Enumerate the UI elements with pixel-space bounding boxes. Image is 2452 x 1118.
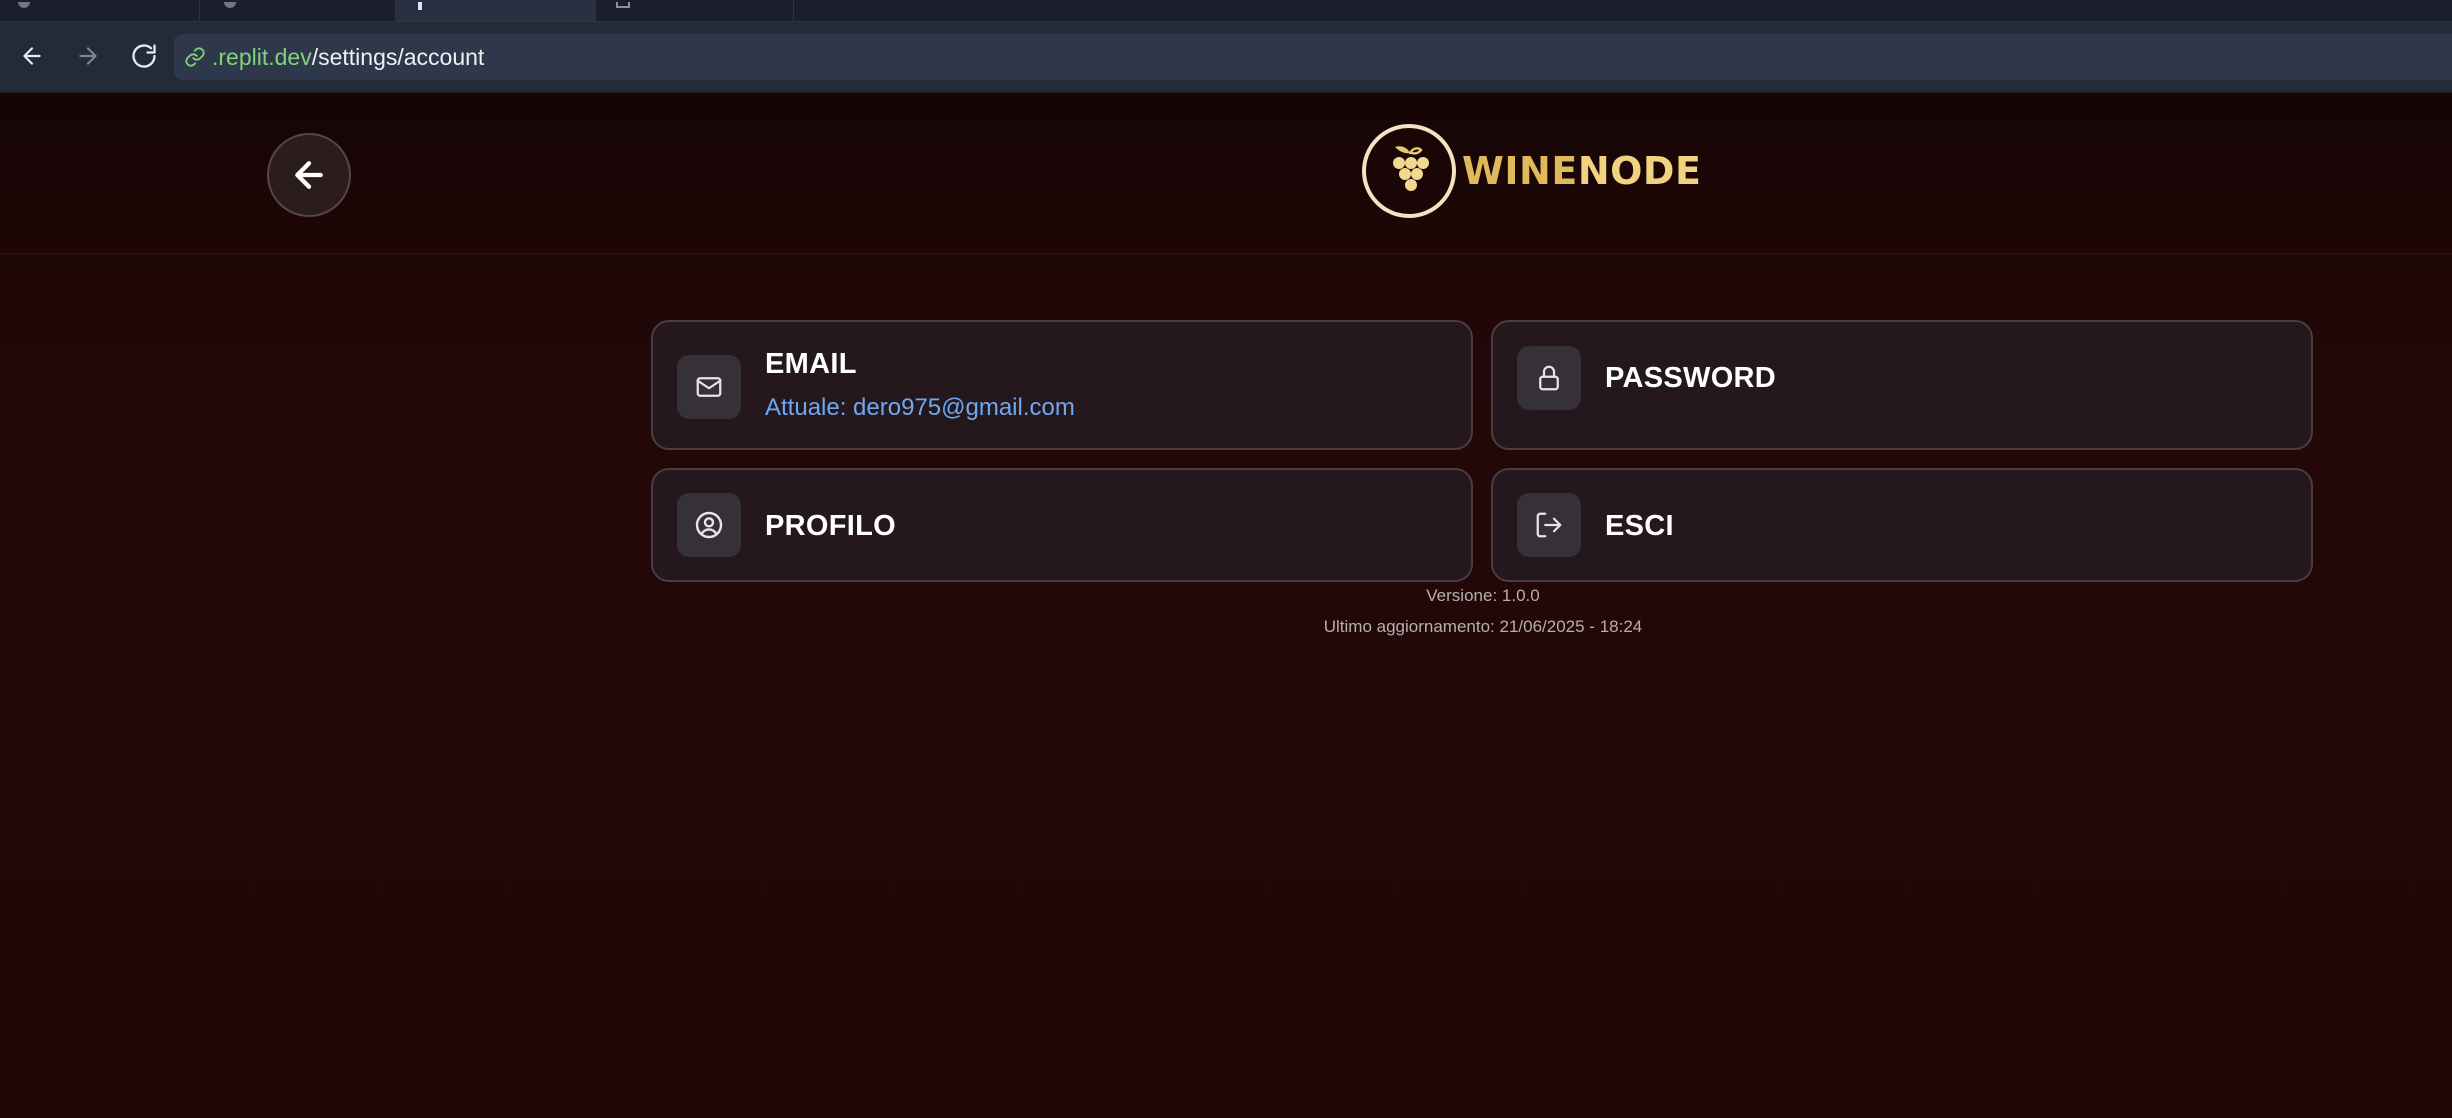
tab-favicon-icon (616, 2, 630, 8)
browser-tab[interactable] (596, 0, 794, 21)
grape-logo-icon (1362, 124, 1456, 218)
mail-icon-box (677, 355, 741, 419)
arrow-right-icon (79, 47, 97, 65)
browser-tab[interactable] (200, 0, 396, 21)
user-icon-box (677, 493, 741, 557)
winenode-logo: WINENODE (1362, 122, 1701, 220)
reload-icon (132, 44, 156, 68)
logo-word-node: NODE (1577, 149, 1702, 193)
mail-icon (696, 377, 722, 397)
version-text: Versione: 1.0.0 (1426, 586, 1540, 605)
last-update-text: Ultimo aggiornamento: 21/06/2025 - 18:24 (1323, 617, 1643, 636)
profile-card[interactable]: PROFILO (651, 468, 1473, 582)
app-header: WINENODE (0, 94, 2452, 254)
profile-card-title: PROFILO (765, 510, 896, 542)
user-circle-icon (695, 511, 723, 539)
url-path: /settings/account (311, 43, 485, 70)
logout-icon (1536, 512, 1562, 538)
tab-favicon-icon (18, 2, 30, 8)
logout-icon-box (1517, 493, 1581, 557)
tab-favicon-icon (224, 2, 236, 8)
password-card[interactable]: PASSWORD (1491, 320, 2313, 450)
password-card-title: PASSWORD (1605, 362, 1777, 394)
link-icon (184, 46, 206, 68)
url-domain: .replit.dev (212, 43, 312, 70)
logo-wordmark: WINENODE (1462, 149, 1701, 193)
lock-icon-box (1517, 346, 1581, 410)
browser-tab-active[interactable] (396, 0, 596, 21)
email-current-value: Attuale: dero975@gmail.com (765, 394, 1075, 421)
address-bar[interactable]: .replit.dev/settings/account (174, 34, 2452, 80)
browser-tab-strip (0, 0, 2452, 22)
logout-card-title: ESCI (1605, 510, 1674, 542)
logout-card[interactable]: ESCI (1491, 468, 2313, 582)
browser-tab[interactable] (0, 0, 200, 21)
back-nav-button[interactable] (12, 36, 52, 76)
email-card-title: EMAIL (765, 348, 857, 380)
arrow-left-icon (295, 161, 323, 189)
forward-nav-button[interactable] (68, 36, 108, 76)
logo-word-wine: WINE (1462, 149, 1578, 193)
browser-toolbar: .replit.dev/settings/account (0, 22, 2452, 93)
app-page: WINENODE EMAIL Attuale: dero975@gmail.co… (0, 94, 2452, 1118)
email-card[interactable]: EMAIL Attuale: dero975@gmail.com (651, 320, 1473, 450)
lock-icon (1539, 365, 1559, 391)
reload-button[interactable] (124, 36, 164, 76)
back-button[interactable] (267, 133, 351, 217)
arrow-left-icon (23, 47, 41, 65)
tab-favicon-icon (418, 2, 422, 10)
